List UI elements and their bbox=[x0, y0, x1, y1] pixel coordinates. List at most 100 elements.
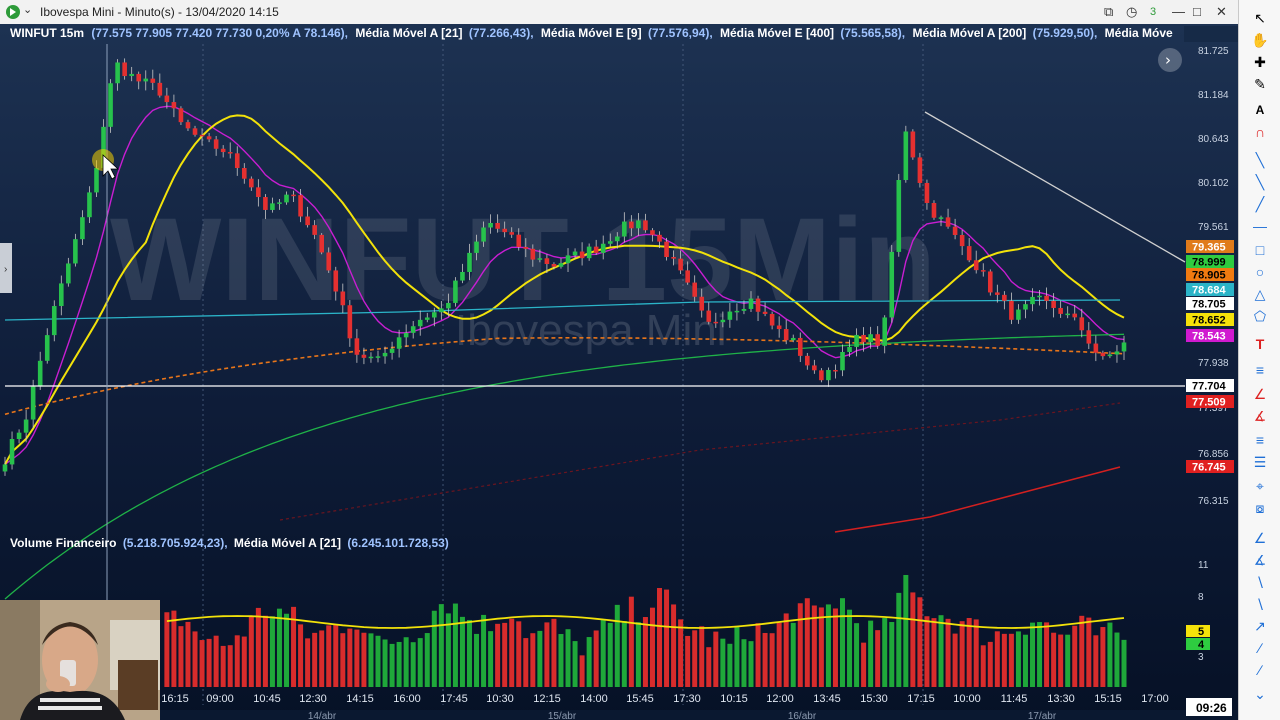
notification-count[interactable]: 3 bbox=[1150, 3, 1156, 21]
minimize-button[interactable]: — bbox=[1172, 3, 1185, 21]
candle-body bbox=[80, 217, 85, 240]
candle-body bbox=[565, 255, 571, 264]
price-chart[interactable]: › WINFUT 15Min Ibovespa Mini WINFUT 15m … bbox=[0, 24, 1238, 720]
rectangle-tool-icon[interactable]: □ bbox=[1243, 240, 1277, 260]
ray-tool-icon[interactable]: ╲ bbox=[1243, 172, 1277, 192]
ellipse-tool-icon[interactable]: ○ bbox=[1243, 262, 1277, 282]
wave-tool-icon[interactable]: ∕ bbox=[1243, 638, 1277, 658]
candle-body bbox=[833, 369, 838, 372]
volume-bar bbox=[466, 619, 472, 687]
candle-body bbox=[945, 217, 951, 227]
volume-bar bbox=[980, 645, 986, 687]
candle-body bbox=[122, 62, 127, 77]
volume-bar bbox=[671, 604, 677, 687]
volume-bar bbox=[375, 635, 381, 687]
candle-body bbox=[572, 251, 578, 256]
restore-layout-icon[interactable]: ⧉ bbox=[1104, 3, 1113, 21]
arrow-tool-icon[interactable]: ↗ bbox=[1243, 616, 1277, 636]
volume-bar bbox=[959, 621, 965, 687]
volume-bar bbox=[839, 598, 845, 687]
candle-body bbox=[530, 248, 536, 260]
volume-bar bbox=[495, 623, 501, 687]
volume-bar bbox=[382, 639, 388, 687]
candle-body bbox=[966, 246, 972, 261]
volume-bar bbox=[1001, 633, 1007, 687]
cycle-tool-icon[interactable]: ∖ bbox=[1243, 594, 1277, 614]
measure-tool-icon[interactable]: ⌖ bbox=[1243, 476, 1277, 496]
volume-bar bbox=[1093, 635, 1099, 687]
pitchfork-tool-icon[interactable]: ≡ bbox=[1243, 430, 1277, 450]
candle-body bbox=[727, 311, 733, 320]
volume-bar bbox=[657, 588, 663, 687]
time-label: 11:45 bbox=[1001, 693, 1028, 705]
volume-bar bbox=[713, 631, 719, 687]
volume-bar bbox=[312, 632, 318, 687]
time-label: 09:00 bbox=[206, 693, 234, 705]
candle-body bbox=[1079, 317, 1085, 331]
crosshair-tool-icon[interactable]: ✚ bbox=[1243, 52, 1277, 72]
horizontal-line-tool-icon[interactable]: — bbox=[1243, 216, 1277, 236]
time-label: 15:30 bbox=[860, 693, 888, 705]
candle-body bbox=[277, 202, 282, 204]
candle-body bbox=[270, 203, 275, 210]
volume-bar bbox=[298, 624, 304, 687]
edit-tool-icon[interactable]: ✎ bbox=[1243, 74, 1277, 94]
volume-bar bbox=[1065, 634, 1071, 687]
elliott-tool-icon[interactable]: ∕ bbox=[1243, 660, 1277, 680]
volume-bar bbox=[551, 618, 557, 687]
polygon-tool-icon[interactable]: ⬠ bbox=[1243, 306, 1277, 326]
volume-bar bbox=[945, 618, 951, 687]
candle-body bbox=[256, 187, 261, 198]
time-label: 12:30 bbox=[299, 693, 327, 705]
text-box-tool-icon[interactable]: A bbox=[1243, 100, 1277, 120]
volume-bar bbox=[797, 603, 803, 687]
volume-bar bbox=[1015, 631, 1021, 687]
trend-angle-tool-icon[interactable]: ∠ bbox=[1243, 528, 1277, 548]
line-tool-icon[interactable]: ╲ bbox=[1243, 150, 1277, 170]
candle-body bbox=[819, 370, 824, 381]
candle-body bbox=[143, 78, 149, 82]
volume-tick: 11 bbox=[1198, 560, 1209, 571]
price-badge-label: 77.704 bbox=[1192, 381, 1227, 393]
hand-tool-icon[interactable]: ✋ bbox=[1243, 30, 1277, 50]
volume-bar bbox=[354, 629, 360, 687]
magnet-tool-icon[interactable]: ∩ bbox=[1243, 122, 1277, 142]
candle-body bbox=[797, 337, 803, 356]
fibonacci-tool-icon[interactable]: ≡ bbox=[1243, 360, 1277, 380]
more-tools-icon[interactable]: ⌄ bbox=[1243, 684, 1277, 704]
speed-line-tool-icon[interactable]: ∡ bbox=[1243, 550, 1277, 570]
volume-bar bbox=[931, 618, 937, 687]
candle-body bbox=[1016, 309, 1021, 320]
candle-body bbox=[720, 319, 726, 323]
volume-bar bbox=[847, 609, 853, 687]
clock-icon[interactable]: ◷ bbox=[1126, 3, 1137, 21]
scroll-right-button[interactable]: › bbox=[1158, 48, 1182, 72]
volume-bar bbox=[621, 621, 627, 687]
channel-tool-icon[interactable]: ╱ bbox=[1243, 194, 1277, 214]
candle-body bbox=[446, 302, 451, 309]
candle-body bbox=[1009, 300, 1014, 320]
triangle-tool-icon[interactable]: △ bbox=[1243, 284, 1277, 304]
regression-tool-icon[interactable]: ∖ bbox=[1243, 572, 1277, 592]
volume-bar bbox=[832, 608, 838, 687]
cursor-tool-icon[interactable]: ↖ bbox=[1243, 8, 1277, 28]
candle-body bbox=[980, 270, 986, 272]
text-tool-icon[interactable]: T bbox=[1243, 334, 1277, 354]
volume-bar bbox=[966, 618, 972, 687]
maximize-button[interactable]: □ bbox=[1193, 3, 1201, 21]
candle-body bbox=[73, 239, 78, 264]
fibonacci-arc-icon[interactable]: ∡ bbox=[1243, 406, 1277, 426]
close-button[interactable]: ✕ bbox=[1216, 3, 1227, 21]
fibonacci-fan-icon[interactable]: ∠ bbox=[1243, 384, 1277, 404]
projection-tool-icon[interactable]: ⧇ bbox=[1243, 498, 1277, 518]
candle-body bbox=[952, 226, 958, 235]
side-panel-arrow-icon[interactable]: › bbox=[4, 264, 7, 275]
gann-tool-icon[interactable]: ☰ bbox=[1243, 452, 1277, 472]
candle-body bbox=[206, 136, 212, 140]
title-bar: ⌄ Ibovespa Mini - Minuto(s) - 13/04/2020… bbox=[0, 0, 1238, 25]
candle-body bbox=[432, 312, 437, 318]
svg-text:WINFUT 15m (77.575 77.9: WINFUT 15m (77.575 77.905 77.420 77.730 … bbox=[10, 26, 1173, 40]
candle-body bbox=[889, 251, 895, 318]
window-menu-chevron-icon[interactable]: ⌄ bbox=[23, 3, 32, 16]
candle-body bbox=[579, 251, 585, 259]
